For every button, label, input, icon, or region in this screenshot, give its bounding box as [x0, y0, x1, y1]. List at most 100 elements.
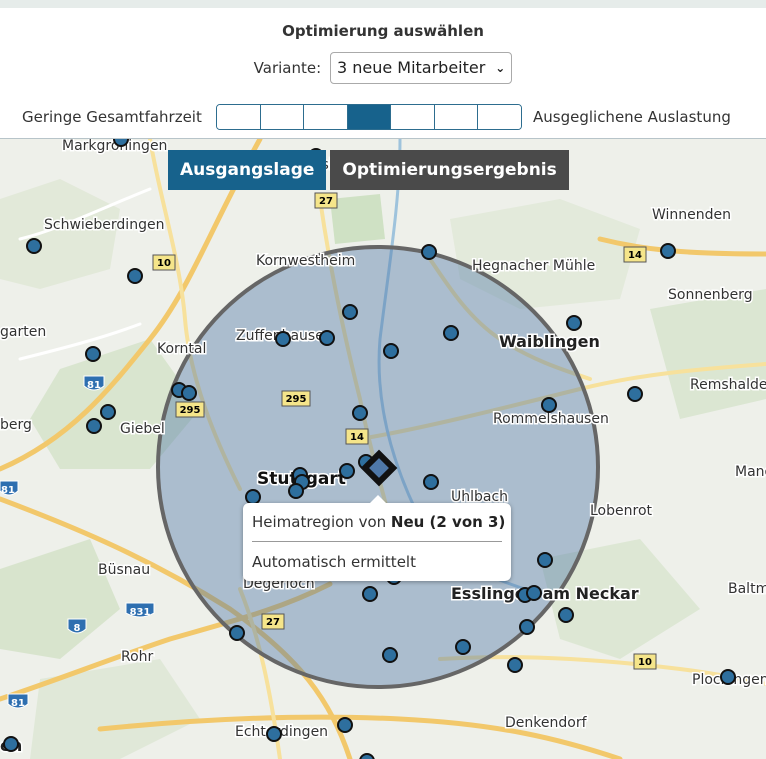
place-label: Manol: [735, 464, 766, 480]
place-label: Denkendorf: [505, 715, 588, 731]
place-label: Giebel: [120, 421, 165, 437]
panel-title: Optimierung auswählen: [282, 22, 484, 40]
location-marker[interactable]: [421, 244, 437, 260]
location-marker[interactable]: [382, 647, 398, 663]
road-shield: 14: [345, 428, 369, 445]
road-shield: 81: [7, 693, 29, 709]
svg-text:14: 14: [628, 250, 642, 261]
slider-segment[interactable]: [304, 105, 348, 129]
place-label: Esslingen am Neckar: [451, 584, 639, 603]
location-marker[interactable]: [423, 474, 439, 490]
road-shield: 27: [314, 192, 338, 209]
location-marker[interactable]: [337, 717, 353, 733]
slider-right-label: Ausgeglichene Auslastung: [533, 108, 731, 126]
location-marker[interactable]: [541, 397, 557, 413]
location-marker[interactable]: [339, 463, 355, 479]
variant-label: Variante:: [253, 59, 322, 77]
variant-select-value: 3 neue Mitarbeiter: [336, 58, 486, 77]
tooltip-subtitle: Automatisch ermittelt: [252, 553, 416, 571]
svg-text:8: 8: [74, 623, 81, 634]
place-label: Baltm: [728, 581, 766, 597]
place-label: Sonnenberg: [668, 287, 753, 303]
ausgangslage-button[interactable]: Ausgangslage: [168, 150, 327, 190]
svg-text:10: 10: [638, 657, 652, 668]
svg-text:10: 10: [157, 258, 171, 269]
location-marker[interactable]: [3, 736, 19, 752]
location-marker[interactable]: [245, 489, 261, 505]
map[interactable]: 27 10 14 81 295 295 14 81 831 8 27 10 81…: [0, 139, 766, 759]
road-shield: 295: [175, 401, 205, 418]
weighting-slider[interactable]: [216, 104, 522, 130]
location-marker[interactable]: [362, 586, 378, 602]
road-shield: 14: [623, 246, 647, 263]
location-marker[interactable]: [519, 619, 535, 635]
location-marker[interactable]: [352, 405, 368, 421]
place-label: Rohr: [121, 649, 154, 665]
location-marker[interactable]: [342, 304, 358, 320]
location-marker[interactable]: [275, 331, 291, 347]
svg-text:295: 295: [180, 405, 201, 416]
location-marker[interactable]: [720, 669, 736, 685]
variant-select[interactable]: 3 neue Mitarbeiter ⌄: [329, 52, 513, 84]
location-marker[interactable]: [100, 404, 116, 420]
location-marker[interactable]: [85, 346, 101, 362]
road-shield: 10: [152, 254, 176, 271]
location-marker[interactable]: [558, 607, 574, 623]
svg-text:81: 81: [87, 380, 101, 391]
svg-text:295: 295: [286, 394, 307, 405]
map-canvas[interactable]: 27 10 14 81 295 295 14 81 831 8 27 10 81…: [0, 139, 766, 759]
place-label: Remshalden: [690, 377, 766, 393]
svg-text:81: 81: [11, 698, 25, 709]
location-marker[interactable]: [229, 625, 245, 641]
place-label: berg: [0, 417, 32, 433]
place-label: Waiblingen: [499, 332, 600, 351]
location-marker[interactable]: [127, 268, 143, 284]
slider-left-label: Geringe Gesamtfahrzeit: [22, 108, 202, 126]
road-shield: 81: [0, 480, 19, 496]
location-marker[interactable]: [86, 418, 102, 434]
location-marker[interactable]: [526, 585, 542, 601]
location-marker[interactable]: [455, 639, 471, 655]
location-marker[interactable]: [266, 726, 282, 742]
slider-segment[interactable]: [478, 105, 521, 129]
location-marker[interactable]: [627, 386, 643, 402]
tooltip-title: Heimatregion von Neu (2 von 3): [252, 513, 505, 531]
location-marker[interactable]: [319, 330, 335, 346]
slider-segment[interactable]: [260, 105, 305, 129]
place-label: Hegnacher Mühle: [472, 258, 595, 274]
location-marker[interactable]: [383, 343, 399, 359]
location-marker[interactable]: [443, 325, 459, 341]
slider-segment[interactable]: [217, 105, 261, 129]
road-shield: 27: [261, 613, 285, 630]
location-marker[interactable]: [660, 243, 676, 259]
location-marker[interactable]: [113, 139, 129, 147]
road-shield: 295: [281, 390, 311, 407]
optimization-panel: Optimierung auswählen Variante: 3 neue M…: [0, 0, 766, 139]
region-tooltip: Heimatregion von Neu (2 von 3) Automatis…: [243, 495, 511, 581]
svg-text:14: 14: [350, 432, 364, 443]
view-toggle: Ausgangslage Optimierungsergebnis: [168, 150, 569, 190]
location-marker[interactable]: [288, 483, 304, 499]
place-label: Büsnau: [98, 562, 150, 578]
variant-row: Variante: 3 neue Mitarbeiter ⌄: [0, 52, 766, 84]
place-label: Lobenrot: [590, 503, 653, 519]
slider-segment[interactable]: [391, 105, 435, 129]
slider-segment[interactable]: [434, 105, 479, 129]
location-marker[interactable]: [181, 385, 197, 401]
place-label: Schwieberdingen: [44, 217, 164, 233]
slider-segment-selected[interactable]: [347, 105, 392, 129]
optimierungsergebnis-button[interactable]: Optimierungsergebnis: [330, 150, 569, 190]
location-marker[interactable]: [26, 238, 42, 254]
location-marker[interactable]: [537, 552, 553, 568]
place-label: garten: [0, 324, 46, 340]
place-label: Korntal: [157, 341, 206, 357]
road-shield: 10: [633, 653, 657, 670]
place-label: Winnenden: [652, 207, 731, 223]
location-marker[interactable]: [566, 315, 582, 331]
location-marker[interactable]: [359, 753, 375, 759]
svg-text:831: 831: [130, 607, 151, 618]
tooltip-arrow: [369, 495, 387, 504]
location-marker[interactable]: [507, 657, 523, 673]
tooltip-divider: [252, 541, 502, 542]
place-label: Kornwestheim: [256, 253, 355, 269]
